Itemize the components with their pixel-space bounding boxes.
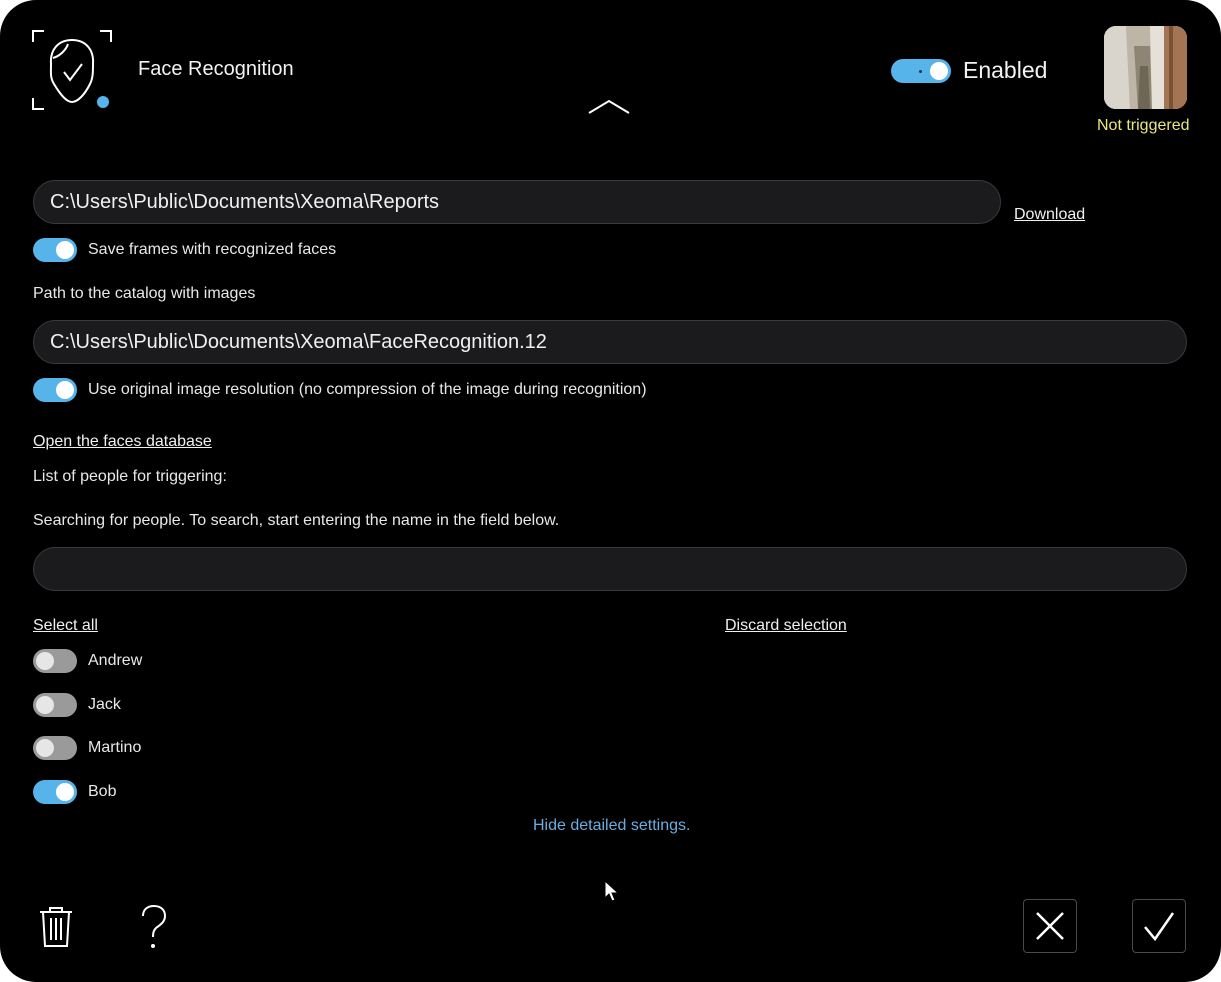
- module-title: Face Recognition: [138, 58, 294, 80]
- face-recognition-icon: [30, 28, 114, 112]
- save-frames-toggle[interactable]: [33, 238, 77, 262]
- face-recognition-dialog: Face Recognition Enabled Not triggered C…: [0, 0, 1221, 982]
- original-resolution-toggle[interactable]: [33, 378, 77, 402]
- question-icon[interactable]: [138, 904, 170, 950]
- select-all-link[interactable]: Select all: [33, 617, 98, 635]
- download-link[interactable]: Download: [1014, 206, 1085, 224]
- person-name: Bob: [88, 783, 117, 800]
- catalog-path-field[interactable]: C:\Users\Public\Documents\Xeoma\FaceReco…: [33, 320, 1187, 364]
- people-list-label: List of people for triggering:: [33, 468, 227, 485]
- person-toggle-martino[interactable]: [33, 736, 77, 760]
- search-hint: Searching for people. To search, start e…: [33, 512, 560, 529]
- mouse-cursor-icon: [603, 879, 621, 903]
- open-faces-database-link[interactable]: Open the faces database: [33, 433, 212, 451]
- cancel-button[interactable]: [1023, 899, 1077, 953]
- person-toggle-jack[interactable]: [33, 693, 77, 717]
- ok-button[interactable]: [1132, 899, 1186, 953]
- discard-selection-link[interactable]: Discard selection: [725, 617, 847, 635]
- camera-preview-thumbnail[interactable]: [1104, 26, 1187, 109]
- catalog-path-label: Path to the catalog with images: [33, 285, 256, 302]
- close-icon: [1036, 912, 1064, 940]
- person-name: Andrew: [88, 652, 143, 669]
- checkmark-icon: [1144, 912, 1175, 942]
- hide-detailed-settings-link[interactable]: Hide detailed settings.: [533, 817, 690, 835]
- original-resolution-label: Use original image resolution (no compre…: [88, 381, 647, 398]
- person-name: Jack: [88, 696, 121, 713]
- reports-path-field[interactable]: C:\Users\Public\Documents\Xeoma\Reports: [33, 180, 1001, 224]
- people-search-input[interactable]: [33, 547, 1187, 591]
- save-frames-label: Save frames with recognized faces: [88, 241, 337, 258]
- chevron-up-icon[interactable]: [586, 96, 632, 118]
- person-toggle-andrew[interactable]: [33, 649, 77, 673]
- enabled-toggle[interactable]: [891, 59, 951, 83]
- trash-icon[interactable]: [36, 904, 76, 948]
- trigger-status: Not triggered: [1097, 117, 1190, 134]
- person-name: Martino: [88, 739, 142, 756]
- person-toggle-bob[interactable]: [33, 780, 77, 804]
- enabled-label: Enabled: [963, 57, 1048, 83]
